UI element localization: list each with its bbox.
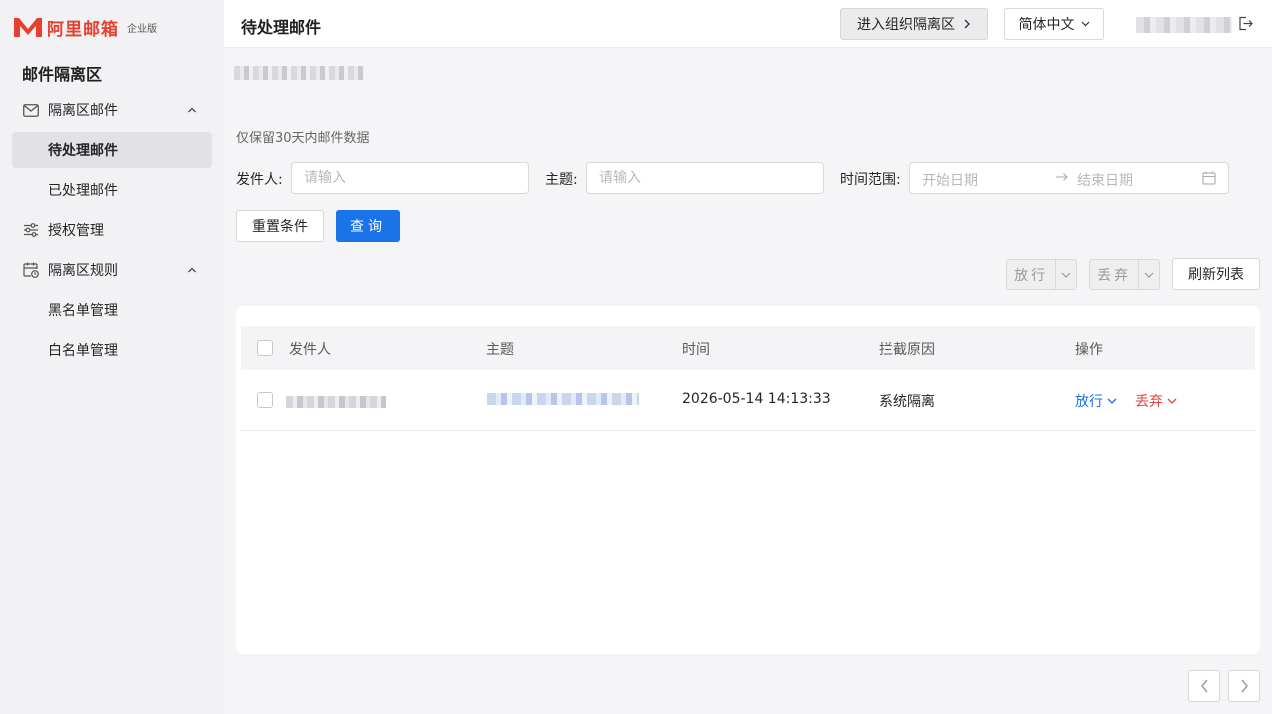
enter-org-quarantine-label: 进入组织隔离区	[857, 17, 955, 33]
row-release-label: 放行	[1075, 394, 1103, 410]
refresh-list-button[interactable]: 刷新列表	[1172, 258, 1260, 290]
end-date-field[interactable]: 结束日期	[1077, 170, 1133, 190]
sidebar-item-label: 隔离区规则	[48, 263, 118, 279]
sidebar-item-label: 授权管理	[48, 223, 104, 239]
sidebar: 阿里邮箱 企业版 邮件隔离区 隔离区邮件 待处理邮件 已处理邮件 授权管理 隔离…	[0, 0, 224, 714]
column-header-time: 时间	[682, 342, 710, 358]
sidebar-item-whitelist[interactable]: 白名单管理	[12, 332, 212, 368]
logout-icon[interactable]	[1238, 16, 1253, 31]
sidebar-item-label: 白名单管理	[48, 343, 118, 359]
sender-blurred	[286, 396, 386, 408]
sidebar-item-label: 黑名单管理	[48, 303, 118, 319]
logo-edition: 企业版	[127, 23, 157, 35]
row-release-dropdown[interactable]: 放行	[1075, 391, 1117, 411]
column-header-subject: 主题	[486, 342, 514, 358]
sidebar-item-label: 待处理邮件	[48, 143, 118, 159]
chevron-down-icon	[1167, 398, 1177, 404]
chevron-right-icon	[964, 19, 970, 29]
column-header-actions: 操作	[1075, 342, 1103, 358]
date-range-picker[interactable]: 开始日期 结束日期	[909, 162, 1229, 194]
retention-hint: 仅保留30天内邮件数据	[236, 131, 370, 146]
sidebar-item-authorization[interactable]: 授权管理	[12, 212, 212, 248]
subject-label: 主题:	[545, 172, 578, 188]
sender-input[interactable]	[291, 162, 529, 194]
arrow-right-icon	[1056, 173, 1068, 181]
mail-table-card: 发件人 主题 时间 拦截原因 操作 2026-05-14 14:13:33 系统…	[236, 306, 1260, 654]
search-button[interactable]: 查询	[336, 210, 400, 242]
subject-input[interactable]	[586, 162, 824, 194]
sidebar-item-quarantine-rules[interactable]: 隔离区规则	[12, 252, 212, 288]
sidebar-item-processed-mail[interactable]: 已处理邮件	[12, 172, 212, 208]
time-range-label: 时间范围:	[840, 172, 901, 188]
mailbox-address-blurred	[234, 66, 364, 80]
user-account-blurred[interactable]	[1136, 17, 1232, 33]
column-header-reason: 拦截原因	[879, 342, 935, 358]
chevron-down-icon	[1081, 21, 1089, 27]
subject-link-blurred[interactable]	[487, 393, 639, 405]
language-select[interactable]: 简体中文	[1004, 8, 1104, 40]
top-header: 待处理邮件 进入组织隔离区 简体中文	[224, 0, 1272, 48]
chevron-down-icon[interactable]	[1139, 260, 1159, 289]
logo-mark-icon	[14, 18, 42, 37]
sender-label: 发件人:	[236, 172, 283, 188]
sidebar-nav: 隔离区邮件 待处理邮件 已处理邮件 授权管理 隔离区规则 黑名单管理 白名单管理	[12, 92, 212, 372]
chevron-right-icon	[1240, 679, 1248, 693]
row-discard-dropdown[interactable]: 丢弃	[1135, 391, 1177, 411]
select-all-checkbox[interactable]	[257, 340, 273, 356]
logo[interactable]: 阿里邮箱 企业版	[12, 14, 157, 40]
chevron-down-icon[interactable]	[1056, 260, 1076, 289]
page-title: 待处理邮件	[241, 18, 322, 37]
next-page-button[interactable]	[1228, 670, 1260, 702]
table-row[interactable]: 2026-05-14 14:13:33 系统隔离 放行 丢弃	[241, 370, 1255, 431]
bulk-discard-split-button[interactable]: 丢弃	[1089, 259, 1160, 290]
calendar-clock-icon	[22, 261, 40, 279]
bulk-release-split-button[interactable]: 放行	[1006, 259, 1077, 290]
sidebar-item-blacklist[interactable]: 黑名单管理	[12, 292, 212, 328]
chevron-up-icon	[188, 267, 196, 273]
table-header: 发件人 主题 时间 拦截原因 操作	[241, 326, 1255, 370]
start-date-field[interactable]: 开始日期	[922, 170, 978, 190]
sidebar-item-pending-mail[interactable]: 待处理邮件	[12, 132, 212, 168]
enter-org-quarantine-button[interactable]: 进入组织隔离区	[840, 8, 988, 40]
sidebar-item-label: 隔离区邮件	[48, 103, 118, 119]
sliders-icon	[22, 221, 40, 239]
main-content: 仅保留30天内邮件数据 发件人: 主题: 时间范围: 开始日期 结束日期 重置条…	[224, 48, 1272, 714]
chevron-left-icon	[1200, 679, 1208, 693]
reset-filters-button[interactable]: 重置条件	[236, 210, 324, 242]
calendar-icon	[1202, 171, 1216, 185]
bulk-release-label[interactable]: 放行	[1007, 260, 1057, 289]
logo-text: 阿里邮箱	[47, 19, 119, 40]
prev-page-button[interactable]	[1188, 670, 1220, 702]
row-discard-label: 丢弃	[1135, 394, 1163, 410]
mail-icon	[22, 101, 40, 119]
chevron-up-icon	[188, 107, 196, 113]
column-header-sender: 发件人	[289, 342, 331, 358]
row-checkbox[interactable]	[257, 392, 273, 408]
row-reason: 系统隔离	[879, 394, 935, 410]
sidebar-item-quarantine-mail[interactable]: 隔离区邮件	[12, 92, 212, 128]
sidebar-title: 邮件隔离区	[22, 65, 103, 84]
row-time: 2026-05-14 14:13:33	[682, 391, 831, 407]
chevron-down-icon	[1107, 398, 1117, 404]
bulk-discard-label[interactable]: 丢弃	[1090, 260, 1140, 289]
language-label: 简体中文	[1018, 17, 1075, 33]
sidebar-item-label: 已处理邮件	[48, 183, 118, 199]
